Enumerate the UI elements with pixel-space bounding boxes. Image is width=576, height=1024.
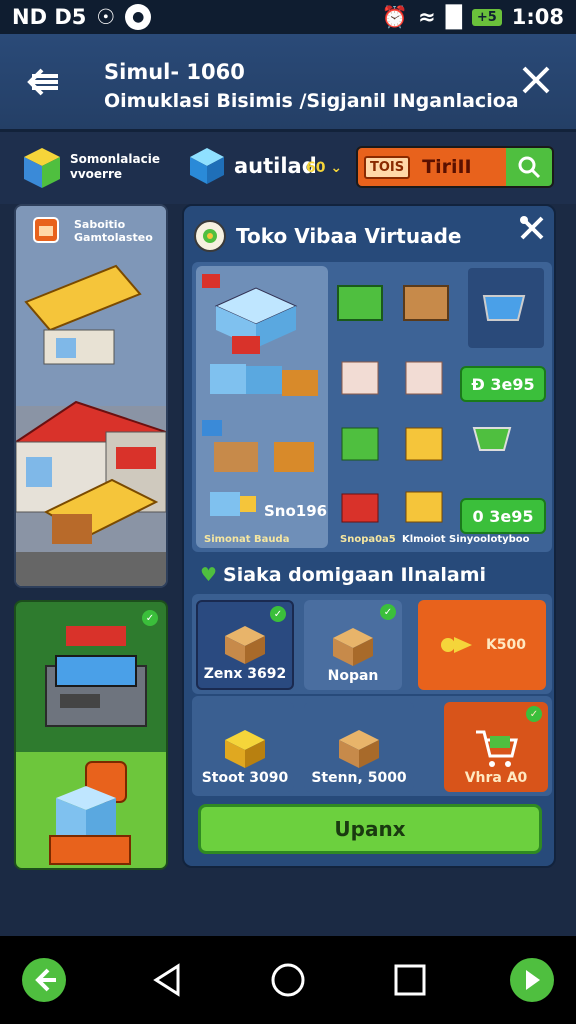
search-bar[interactable]: TOIS TiriII xyxy=(356,146,554,188)
cardboard-box-icon xyxy=(225,626,265,664)
check-badge-icon: ✓ xyxy=(270,606,286,622)
search-tag: TOIS xyxy=(364,155,411,179)
virtual-shop-panel: Toko Vibaa Virtuade Sno196 Simonat Bauda… xyxy=(182,204,556,868)
price-button-1[interactable]: Ð 3e95 xyxy=(460,366,546,402)
store-map-card[interactable]: Saboitio Gamtolasteo xyxy=(14,204,168,588)
item-label: Zenx 3692 xyxy=(203,666,287,682)
section-header: ♥ Siaka domigaan Ilnalami xyxy=(200,564,486,586)
nav-recents-icon[interactable] xyxy=(386,956,434,1004)
app-indicator-icon: ● xyxy=(125,4,152,30)
caption-1: Simonat Bauda xyxy=(204,534,290,545)
chevron-down-icon: ⌄ xyxy=(330,160,343,176)
cash-register-icon xyxy=(45,626,147,727)
alarm-icon: ⏰ xyxy=(381,4,409,29)
page-subtitle: Oimuklasi Bisimis /Sigjanil INganlacioa xyxy=(104,90,519,112)
forward-circle-icon[interactable] xyxy=(508,956,556,1004)
cardboard-box-icon xyxy=(339,730,379,768)
featured-price: Sno196 xyxy=(264,502,328,520)
isometric-store-illustration xyxy=(16,264,166,586)
caption-3: Klmoiot Sinyoolotyboo xyxy=(402,534,530,545)
check-badge-icon: ✓ xyxy=(142,610,158,626)
item-card-4[interactable]: Stoot 3090 xyxy=(196,702,294,792)
items-row-1: ✓ Zenx 3692 ✓ Nopan K500 xyxy=(192,594,552,694)
map-label: Saboitio Gamtolasteo xyxy=(74,218,153,244)
price-button-2[interactable]: 0 3e95 xyxy=(460,498,546,534)
shopping-cart-icon xyxy=(476,730,518,767)
gold-box-icon xyxy=(225,730,265,768)
company-logo-icon xyxy=(24,148,60,188)
store-badge-icon xyxy=(33,217,59,243)
page-title: Simul- 1060 xyxy=(104,60,245,84)
back-circle-icon[interactable] xyxy=(20,956,68,1004)
section-title: Siaka domigaan Ilnalami xyxy=(223,564,487,586)
shop-icon xyxy=(194,220,226,252)
panel-header: Toko Vibaa Virtuade xyxy=(194,214,548,258)
navigation-bar xyxy=(0,936,576,1024)
search-button[interactable] xyxy=(506,148,552,186)
nav-home-icon[interactable] xyxy=(264,956,312,1004)
heart-icon: ♥ xyxy=(200,564,218,586)
item-label: Nopan xyxy=(327,668,379,684)
item-label: Stenn, 5000 xyxy=(311,770,407,786)
item-label: Stoot 3090 xyxy=(201,770,289,786)
item-card-2[interactable]: ✓ Nopan xyxy=(304,600,402,690)
check-badge-icon: ✓ xyxy=(526,706,542,722)
nav-back-triangle-icon[interactable] xyxy=(144,956,192,1004)
clock: 1:08 xyxy=(511,5,564,29)
item-card-5[interactable]: Stenn, 5000 xyxy=(304,702,414,792)
search-icon xyxy=(518,156,541,179)
notification-icon: ☉ xyxy=(96,5,116,29)
status-bar: ND D5 ☉ ● ⏰ ≈ █ +5 1:08 xyxy=(0,0,576,34)
cardboard-box-icon xyxy=(333,628,373,666)
panel-title: Toko Vibaa Virtuade xyxy=(236,224,462,248)
item-card-1[interactable]: ✓ Zenx 3692 xyxy=(196,600,294,690)
tools-icon[interactable] xyxy=(518,214,546,242)
currency-label: autilad xyxy=(234,154,317,178)
share-arrow-icon xyxy=(440,637,472,653)
package-scanner-icon xyxy=(49,761,131,865)
search-value: TiriII xyxy=(422,156,472,178)
battery-icon: +5 xyxy=(471,8,502,26)
currency-count[interactable]: 60 ⌄ xyxy=(306,160,342,176)
checkout-card[interactable]: ✓ xyxy=(14,600,168,870)
signal-icon: █ xyxy=(445,5,462,29)
upgrade-button[interactable]: Upanx xyxy=(198,804,542,854)
map-label-line-2: Gamtolasteo xyxy=(74,231,153,244)
check-badge-icon: ✓ xyxy=(380,604,396,620)
scan-bottom-area xyxy=(16,752,166,868)
company-name: Somonlalacie vvoerre xyxy=(70,152,160,182)
company-line-2: vvoerre xyxy=(70,167,123,181)
item-label: Vhra A0 xyxy=(464,770,528,786)
app-header: Simul- 1060 Oimuklasi Bisimis /Sigjanil … xyxy=(0,34,576,132)
caption-2: Snopa0a5 xyxy=(340,534,396,545)
items-row-2: Stoot 3090 Stenn, 5000 ✓ Vhra A0 xyxy=(192,696,552,796)
gem-cube-icon xyxy=(190,148,224,184)
item-card-6[interactable]: ✓ Vhra A0 xyxy=(444,702,548,792)
map-label-line-1: Saboitio xyxy=(74,218,126,231)
currency-count-value: 60 xyxy=(306,160,326,176)
back-arrow-icon[interactable] xyxy=(24,62,64,102)
company-line-1: Somonlalacie xyxy=(70,152,160,166)
wifi-icon: ≈ xyxy=(418,5,436,29)
item-label: K500 xyxy=(485,637,527,653)
search-input[interactable]: TOIS TiriII xyxy=(358,148,506,186)
close-icon[interactable] xyxy=(516,60,556,100)
item-card-3[interactable]: K500 xyxy=(418,600,546,690)
product-grid: Sno196 Simonat Bauda Snopa0a5 Klmoiot Si… xyxy=(192,262,552,552)
status-left-text: ND D5 xyxy=(12,5,87,29)
